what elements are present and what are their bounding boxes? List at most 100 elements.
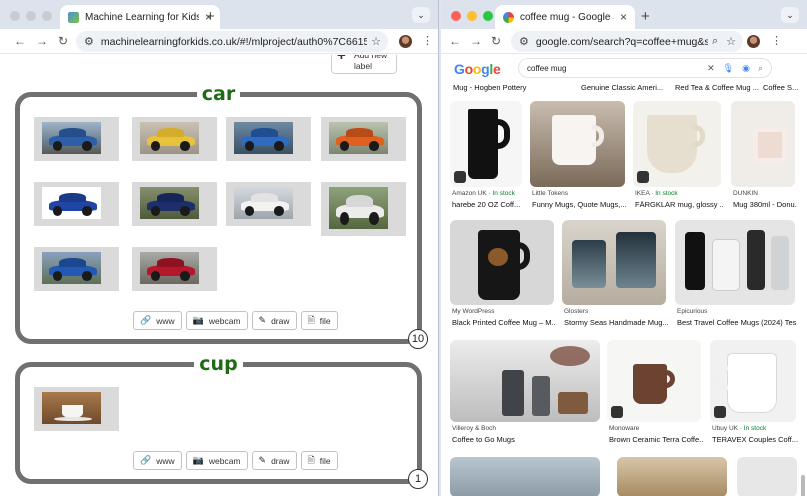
browser-toolbar: ← → ↻ ⚙ google.com/search?q=coffee+mug&s…	[441, 29, 807, 54]
bucket-title-cup: cup	[194, 353, 243, 375]
close-tab-icon[interactable]: ×	[620, 10, 627, 24]
add-draw-button[interactable]: ✎ draw	[251, 311, 297, 330]
image-result[interactable]: Glosters Stormy Seas Handmade Mug...	[562, 220, 668, 330]
lens-icon[interactable]: ◉	[742, 63, 750, 74]
close-window-button[interactable]	[451, 11, 461, 21]
bucket-car: car 🔗 www 📷 webcam ✎ draw 🗎 file 10	[15, 83, 428, 349]
training-image-car[interactable]	[226, 117, 311, 161]
pencil-icon: ✎	[258, 455, 267, 465]
bucket-title-car: car	[196, 83, 241, 105]
tab-search-button[interactable]: ⌄	[412, 7, 430, 23]
image-result[interactable]: Villeroy & Boch Coffee to Go Mugs	[450, 340, 600, 448]
image-result[interactable]: Amazon UK · In stock harebe 20 OZ Coff..…	[450, 101, 522, 213]
result-top-strip[interactable]: Genuine Classic Ameri...	[579, 83, 665, 95]
training-image-car[interactable]	[321, 117, 406, 161]
bookmark-star-icon[interactable]: ☆	[726, 35, 736, 48]
image-result[interactable]: Epicurious Best Travel Coffee Mugs (2024…	[675, 220, 797, 330]
image-result[interactable]: My WordPress Black Printed Coffee Mug – …	[450, 220, 556, 330]
minimize-window-button[interactable]	[467, 11, 477, 21]
result-title: Brown Ceramic Terra Coffe...	[609, 435, 703, 444]
tab-google-search[interactable]: coffee mug - Google Search ×	[495, 5, 635, 29]
new-tab-button[interactable]: +	[641, 8, 650, 25]
training-image-car[interactable]	[226, 182, 311, 226]
training-image-car[interactable]	[132, 247, 217, 291]
result-source: Monoware	[609, 425, 640, 432]
result-title: Mug 380ml - Donu...	[733, 200, 797, 209]
image-result[interactable]: Monoware Brown Ceramic Terra Coffe...	[607, 340, 703, 448]
image-result[interactable]: DUNKIN Mug 380ml - Donu...	[731, 101, 797, 213]
search-query: coffee mug	[527, 63, 567, 73]
image-result[interactable]: Little Tokens Funny Mugs, Quote Mugs,...	[530, 101, 627, 213]
tab-title: Machine Learning for Kids	[85, 11, 199, 23]
scrollbar-thumb[interactable]	[801, 475, 805, 496]
add-example-buttons-cup: 🔗 www 📷 webcam ✎ draw 🗎 file	[133, 451, 338, 470]
tab-machine-learning[interactable]: Machine Learning for Kids ×	[60, 5, 220, 29]
add-file-button[interactable]: 🗎 file	[300, 451, 338, 470]
address-bar[interactable]: ⚙ google.com/search?q=coffee+mug&sc... ⌕…	[511, 31, 743, 52]
result-title: TERAVEX Couples Coff...	[712, 435, 798, 444]
image-result[interactable]: IKEA · In stock FÄRGKLAR mug, glossy ...	[633, 101, 723, 213]
address-bar[interactable]: ⚙ machinelearningforkids.co.uk/#!/mlproj…	[76, 31, 388, 52]
add-label-text: Add new label	[354, 55, 388, 71]
reload-icon[interactable]: ↻	[491, 34, 501, 48]
browser-toolbar: ← → ↻ ⚙ machinelearningforkids.co.uk/#!/…	[0, 29, 438, 54]
forward-arrow-icon[interactable]: →	[36, 34, 48, 48]
back-arrow-icon[interactable]: ←	[14, 34, 26, 48]
training-image-car[interactable]	[132, 182, 217, 226]
link-icon: 🔗	[140, 455, 152, 465]
menu-kebab-icon[interactable]: ⋮	[771, 34, 782, 47]
add-www-button[interactable]: 🔗 www	[133, 451, 182, 470]
add-webcam-button[interactable]: 📷 webcam	[185, 451, 248, 470]
zoom-window-button[interactable]	[483, 11, 493, 21]
bucket-cup: cup 🔗 www 📷 webcam ✎ draw 🗎 file 1	[15, 353, 428, 489]
site-info-icon[interactable]: ⚙	[519, 35, 529, 48]
google-logo[interactable]: Google	[454, 61, 501, 77]
zoom-icon[interactable]: ⌕	[712, 35, 718, 48]
image-result[interactable]	[617, 457, 727, 496]
back-arrow-icon[interactable]: ←	[449, 34, 461, 48]
close-window-button[interactable]	[10, 11, 20, 21]
clear-search-icon[interactable]: ✕	[707, 63, 715, 74]
profile-avatar[interactable]	[747, 35, 760, 48]
microphone-icon[interactable]: 🎙	[723, 63, 734, 74]
add-draw-button[interactable]: ✎ draw	[251, 451, 297, 470]
image-result[interactable]	[450, 457, 600, 496]
stock-status: In stock	[492, 190, 515, 197]
result-top-strip[interactable]: Mug - Hogben Pottery	[451, 83, 526, 95]
product-tag-icon	[611, 406, 623, 418]
training-image-car[interactable]	[34, 247, 119, 291]
forward-arrow-icon[interactable]: →	[470, 34, 482, 48]
training-image-car[interactable]	[321, 182, 406, 236]
result-title: Coffee to Go Mugs	[452, 435, 515, 444]
result-top-strip[interactable]: Red Tea & Coffee Mug ...	[673, 83, 759, 95]
menu-kebab-icon[interactable]: ⋮	[422, 34, 433, 47]
zoom-window-button[interactable]	[42, 11, 52, 21]
new-tab-button[interactable]: +	[206, 8, 215, 25]
pencil-icon: ✎	[258, 315, 267, 325]
training-image-car[interactable]	[34, 117, 119, 161]
result-source: DUNKIN	[733, 190, 758, 197]
search-icon[interactable]: ⌕	[758, 63, 763, 74]
add-webcam-button[interactable]: 📷 webcam	[185, 311, 248, 330]
result-top-strip[interactable]: Coffee S...	[761, 83, 801, 95]
minimize-window-button[interactable]	[26, 11, 36, 21]
result-source: Glosters	[564, 308, 589, 315]
training-image-car[interactable]	[34, 182, 119, 226]
image-result[interactable]	[737, 457, 797, 496]
add-www-button[interactable]: 🔗 www	[133, 311, 182, 330]
left-browser-window: Machine Learning for Kids × + ⌄ ← → ↻ ⚙ …	[0, 0, 439, 496]
reload-icon[interactable]: ↻	[58, 34, 68, 48]
tab-search-button[interactable]: ⌄	[781, 7, 799, 23]
google-search-box[interactable]: coffee mug ✕ 🎙 ◉ ⌕	[519, 59, 771, 77]
bookmark-star-icon[interactable]: ☆	[371, 35, 381, 48]
product-tag-icon	[714, 406, 726, 418]
profile-avatar[interactable]	[399, 35, 412, 48]
add-file-button[interactable]: 🗎 file	[300, 311, 338, 330]
add-new-label-button[interactable]: + Add new label	[331, 55, 397, 74]
site-info-icon[interactable]: ⚙	[84, 35, 94, 48]
training-image-cup[interactable]	[34, 387, 119, 431]
image-result[interactable]: Ubuy UK · In stock TERAVEX Couples Coff.…	[710, 340, 798, 448]
add-example-buttons-car: 🔗 www 📷 webcam ✎ draw 🗎 file	[133, 311, 338, 330]
training-image-car[interactable]	[132, 117, 217, 161]
product-tag-icon	[637, 171, 649, 183]
